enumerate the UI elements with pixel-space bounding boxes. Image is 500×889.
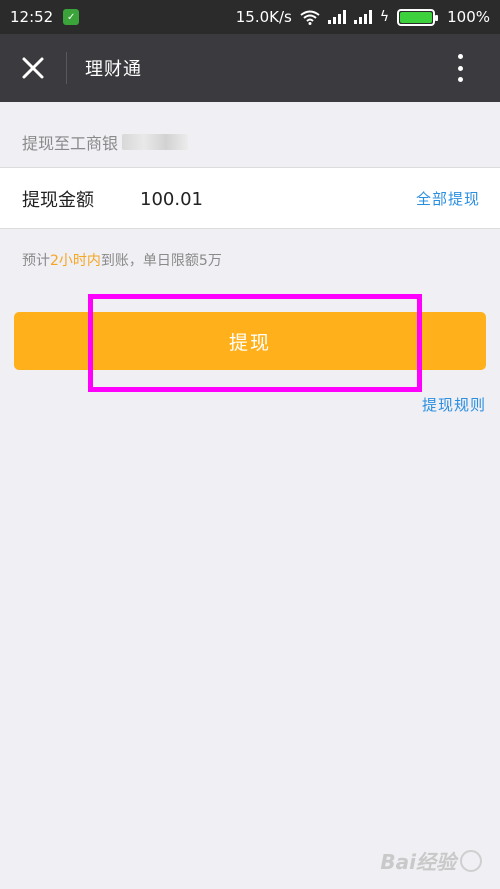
shield-icon: ✓ — [63, 9, 80, 25]
status-right: 15.0K/s ϟ 100% — [236, 8, 490, 26]
amount-input[interactable] — [140, 182, 340, 216]
watermark-text: Bai经验 — [380, 850, 456, 874]
bank-label: 提现至工商银 — [22, 134, 119, 153]
signal-icon — [353, 10, 372, 24]
estimate-suffix: 到账，单日限额5万 — [100, 253, 222, 269]
wifi-icon — [300, 10, 320, 25]
withdraw-rules-link[interactable]: 提现规则 — [422, 394, 486, 415]
status-bar: 12:52 ✓ 15.0K/s ϟ 100% — [0, 0, 500, 34]
paw-icon — [460, 849, 482, 872]
status-left: 12:52 ✓ — [10, 8, 80, 26]
signal-icon — [327, 10, 346, 24]
estimate-highlight: 2小时内 — [50, 253, 101, 269]
more-button[interactable] — [442, 52, 478, 84]
battery-icon — [397, 8, 439, 26]
title-bar: 理财通 — [0, 34, 500, 102]
estimate-prefix: 预计 — [22, 253, 50, 269]
more-vertical-icon — [457, 54, 463, 59]
watermark: Bai经验 — [380, 846, 482, 875]
charging-icon: ϟ — [379, 9, 390, 25]
battery-percent: 100% — [447, 8, 490, 26]
title-divider — [66, 52, 67, 84]
bank-destination: 提现至工商银 — [22, 130, 189, 154]
arrival-estimate: 预计2小时内到账，单日限额5万 — [22, 250, 222, 270]
close-icon — [22, 57, 44, 79]
withdraw-all-link[interactable]: 全部提现 — [416, 188, 480, 209]
masked-account-number — [122, 134, 189, 150]
clock: 12:52 — [10, 8, 54, 26]
amount-label: 提现金额 — [22, 190, 94, 211]
withdraw-button[interactable]: 提现 — [14, 312, 486, 370]
page-title: 理财通 — [85, 59, 142, 80]
network-speed: 15.0K/s — [235, 8, 292, 26]
amount-row: 提现金额 全部提现 — [0, 167, 500, 229]
close-button[interactable] — [0, 34, 66, 102]
